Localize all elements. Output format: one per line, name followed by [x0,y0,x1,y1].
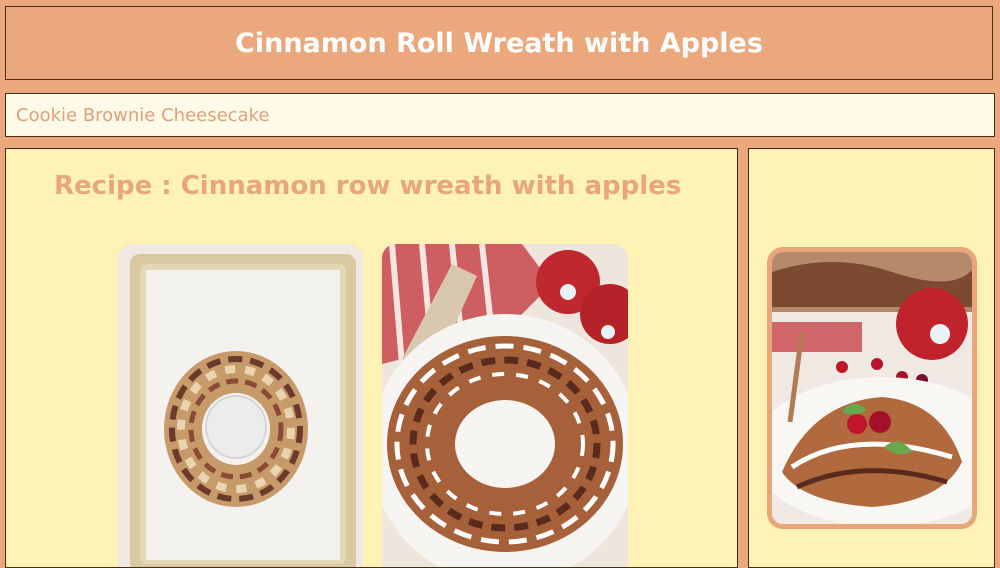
search-input[interactable] [5,93,995,137]
recipe-photo-unbaked-wreath [118,244,363,567]
recipe-photo-baked-wreath [382,244,628,567]
side-panel [748,148,995,568]
recipe-photo-slice [767,247,977,529]
recipe-panel: Recipe : Cinnamon row wreath with apples [5,148,738,568]
recipe-title: Recipe : Cinnamon row wreath with apples [54,171,682,201]
page-header: Cinnamon Roll Wreath with Apples [5,6,993,80]
page-title: Cinnamon Roll Wreath with Apples [235,27,763,59]
